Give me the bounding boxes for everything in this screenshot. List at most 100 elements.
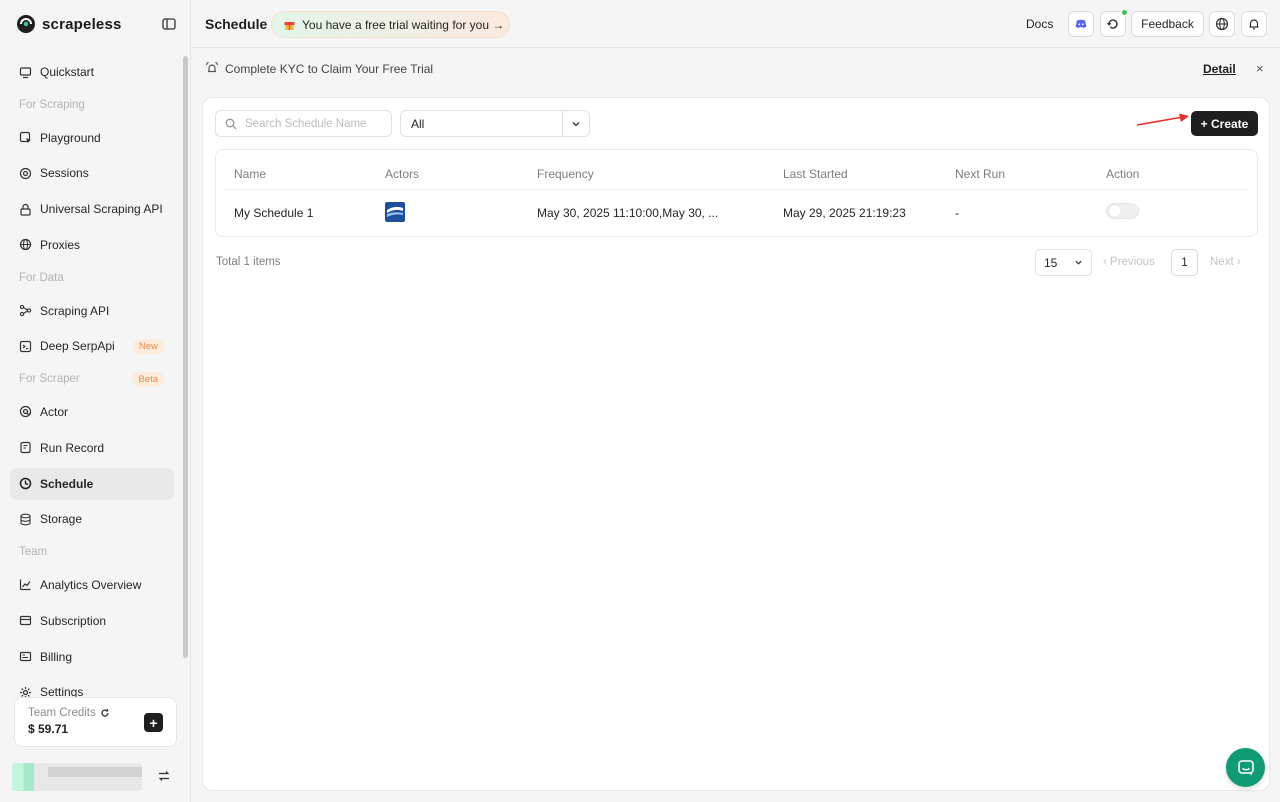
chevron-down-icon bbox=[572, 121, 580, 126]
add-credits-button[interactable]: + bbox=[144, 713, 163, 732]
page-size-select[interactable]: 15 bbox=[1035, 249, 1092, 276]
globe-icon bbox=[19, 239, 32, 251]
schedule-enable-toggle[interactable] bbox=[1106, 203, 1139, 219]
sidebar-item-scraping-api[interactable]: Scraping API bbox=[10, 295, 174, 327]
previous-page-button[interactable]: ‹ Previous bbox=[1103, 256, 1155, 268]
close-icon[interactable]: × bbox=[1256, 61, 1266, 76]
sidebar-section-label: For Scraping bbox=[19, 98, 85, 111]
sidebar-item-label: Run Record bbox=[40, 440, 105, 455]
top-bar: Schedule You have a free trial waiting f… bbox=[192, 0, 1280, 48]
sidebar-item-playground[interactable]: Playground bbox=[10, 122, 174, 154]
status-filter-select[interactable]: All bbox=[400, 110, 590, 137]
column-header-action: Action bbox=[1106, 167, 1140, 181]
column-header-actors: Actors bbox=[385, 167, 420, 181]
sidebar-item-analytics-overview[interactable]: Analytics Overview bbox=[10, 569, 174, 601]
notifications-button[interactable] bbox=[1241, 11, 1267, 37]
schedule-name[interactable]: My Schedule 1 bbox=[234, 206, 313, 220]
sidebar-item-universal-scraping-api[interactable]: Universal Scraping API bbox=[10, 193, 174, 225]
sidebar-item-label: Universal Scraping API bbox=[40, 202, 163, 217]
lock-icon bbox=[20, 203, 31, 216]
clock-icon bbox=[19, 477, 32, 490]
status-filter-value: All bbox=[411, 116, 425, 131]
new-badge: New bbox=[132, 338, 164, 354]
nodes-icon bbox=[19, 304, 32, 317]
next-page-button[interactable]: Next › bbox=[1210, 256, 1241, 268]
database-icon bbox=[20, 513, 31, 526]
sidebar-section-team: Team bbox=[10, 539, 174, 565]
history-button[interactable] bbox=[1100, 9, 1128, 37]
at-icon bbox=[19, 406, 32, 418]
sidebar-item-proxies[interactable]: Proxies bbox=[10, 229, 174, 261]
sidebar-item-deep-serpapi[interactable]: Deep SerpApi New bbox=[10, 330, 174, 362]
docs-link[interactable]: Docs bbox=[1026, 17, 1053, 31]
user-name-redacted bbox=[48, 767, 142, 777]
sidebar-item-run-record[interactable]: Run Record bbox=[10, 432, 174, 464]
page-number-button[interactable]: 1 bbox=[1171, 249, 1198, 276]
sidebar-item-label: Billing bbox=[40, 649, 73, 664]
schedule-next-run: - bbox=[955, 206, 959, 220]
sidebar-item-label: Analytics Overview bbox=[40, 577, 142, 592]
red-arrow-annotation-icon bbox=[1136, 113, 1189, 126]
collapse-sidebar-icon[interactable] bbox=[161, 16, 177, 32]
bell-ring-icon bbox=[205, 61, 219, 73]
cursor-square-icon bbox=[19, 131, 31, 144]
sidebar-section-label: Team bbox=[19, 546, 48, 559]
kyc-banner: Complete KYC to Claim Your Free Trial De… bbox=[192, 49, 1280, 89]
schedule-panel: All + Create Name Actors Frequency Last … bbox=[202, 97, 1270, 791]
sidebar: scrapeless Quickstart For Scraping Playgro… bbox=[0, 0, 191, 802]
receipt-icon bbox=[19, 651, 32, 662]
language-button[interactable] bbox=[1209, 11, 1235, 37]
search-icon bbox=[225, 118, 237, 129]
create-schedule-button[interactable]: + Create bbox=[1191, 111, 1258, 136]
sidebar-item-actor[interactable]: Actor bbox=[10, 396, 174, 428]
sidebar-section-label: For Scraper bbox=[19, 373, 80, 386]
sidebar-item-label: Storage bbox=[40, 512, 83, 527]
column-header-name: Name bbox=[234, 167, 267, 181]
team-credits-value: $ 59.71 bbox=[28, 722, 69, 736]
scrapeless-logo-icon bbox=[17, 15, 35, 33]
switch-team-icon[interactable] bbox=[157, 769, 171, 783]
refresh-icon[interactable] bbox=[100, 708, 110, 718]
record-icon bbox=[20, 442, 31, 454]
discord-button[interactable] bbox=[1068, 11, 1094, 37]
search-box[interactable] bbox=[215, 110, 392, 137]
sidebar-nav: Quickstart For Scraping Playground Sessions… bbox=[10, 56, 174, 712]
monitor-icon bbox=[19, 66, 32, 78]
sidebar-section-for-scraping: For Scraping bbox=[10, 92, 174, 118]
column-header-last-started: Last Started bbox=[783, 167, 848, 181]
sidebar-item-schedule[interactable]: Schedule bbox=[10, 467, 174, 500]
sidebar-item-label: Subscription bbox=[40, 613, 107, 628]
free-trial-banner[interactable]: You have a free trial waiting for you → bbox=[271, 11, 510, 38]
sidebar-item-storage[interactable]: Storage bbox=[10, 503, 174, 535]
sidebar-item-label: Deep SerpApi bbox=[40, 339, 115, 354]
globe-icon bbox=[1215, 17, 1229, 31]
feedback-button[interactable]: Feedback bbox=[1131, 11, 1204, 37]
chat-icon bbox=[1237, 759, 1254, 775]
sidebar-item-label: Schedule bbox=[40, 476, 94, 491]
actor-logo-icon[interactable] bbox=[385, 202, 405, 222]
dropdown-toggle[interactable] bbox=[562, 111, 589, 136]
user-profile[interactable] bbox=[12, 763, 182, 791]
sidebar-item-quickstart[interactable]: Quickstart bbox=[10, 56, 174, 88]
brand[interactable]: scrapeless bbox=[16, 12, 122, 36]
sidebar-scrollbar[interactable] bbox=[183, 56, 188, 658]
column-header-next-run: Next Run bbox=[955, 167, 1006, 181]
table-header: Name Actors Frequency Last Started Next … bbox=[225, 150, 1249, 190]
sidebar-item-billing[interactable]: Billing bbox=[10, 641, 174, 673]
beta-badge: Beta bbox=[132, 371, 164, 387]
page-size-value: 15 bbox=[1044, 255, 1058, 270]
target-icon bbox=[19, 167, 32, 179]
sidebar-item-subscription[interactable]: Subscription bbox=[10, 605, 174, 637]
schedule-last-started: May 29, 2025 21:19:23 bbox=[783, 206, 906, 220]
sidebar-item-label: Scraping API bbox=[40, 303, 110, 318]
sidebar-section-label: For Data bbox=[19, 271, 64, 284]
support-chat-button[interactable] bbox=[1226, 748, 1265, 787]
table-row[interactable]: My Schedule 1 May 30, 2025 11:10:00,May … bbox=[225, 191, 1249, 235]
sidebar-section-for-scraper: For Scraper Beta bbox=[10, 366, 174, 392]
kyc-message: Complete KYC to Claim Your Free Trial bbox=[225, 62, 434, 76]
sidebar-item-label: Playground bbox=[40, 130, 101, 145]
sidebar-item-sessions[interactable]: Sessions bbox=[10, 157, 174, 189]
kyc-detail-link[interactable]: Detail bbox=[1203, 62, 1236, 76]
page-title: Schedule bbox=[205, 16, 268, 32]
search-input[interactable] bbox=[245, 117, 385, 130]
